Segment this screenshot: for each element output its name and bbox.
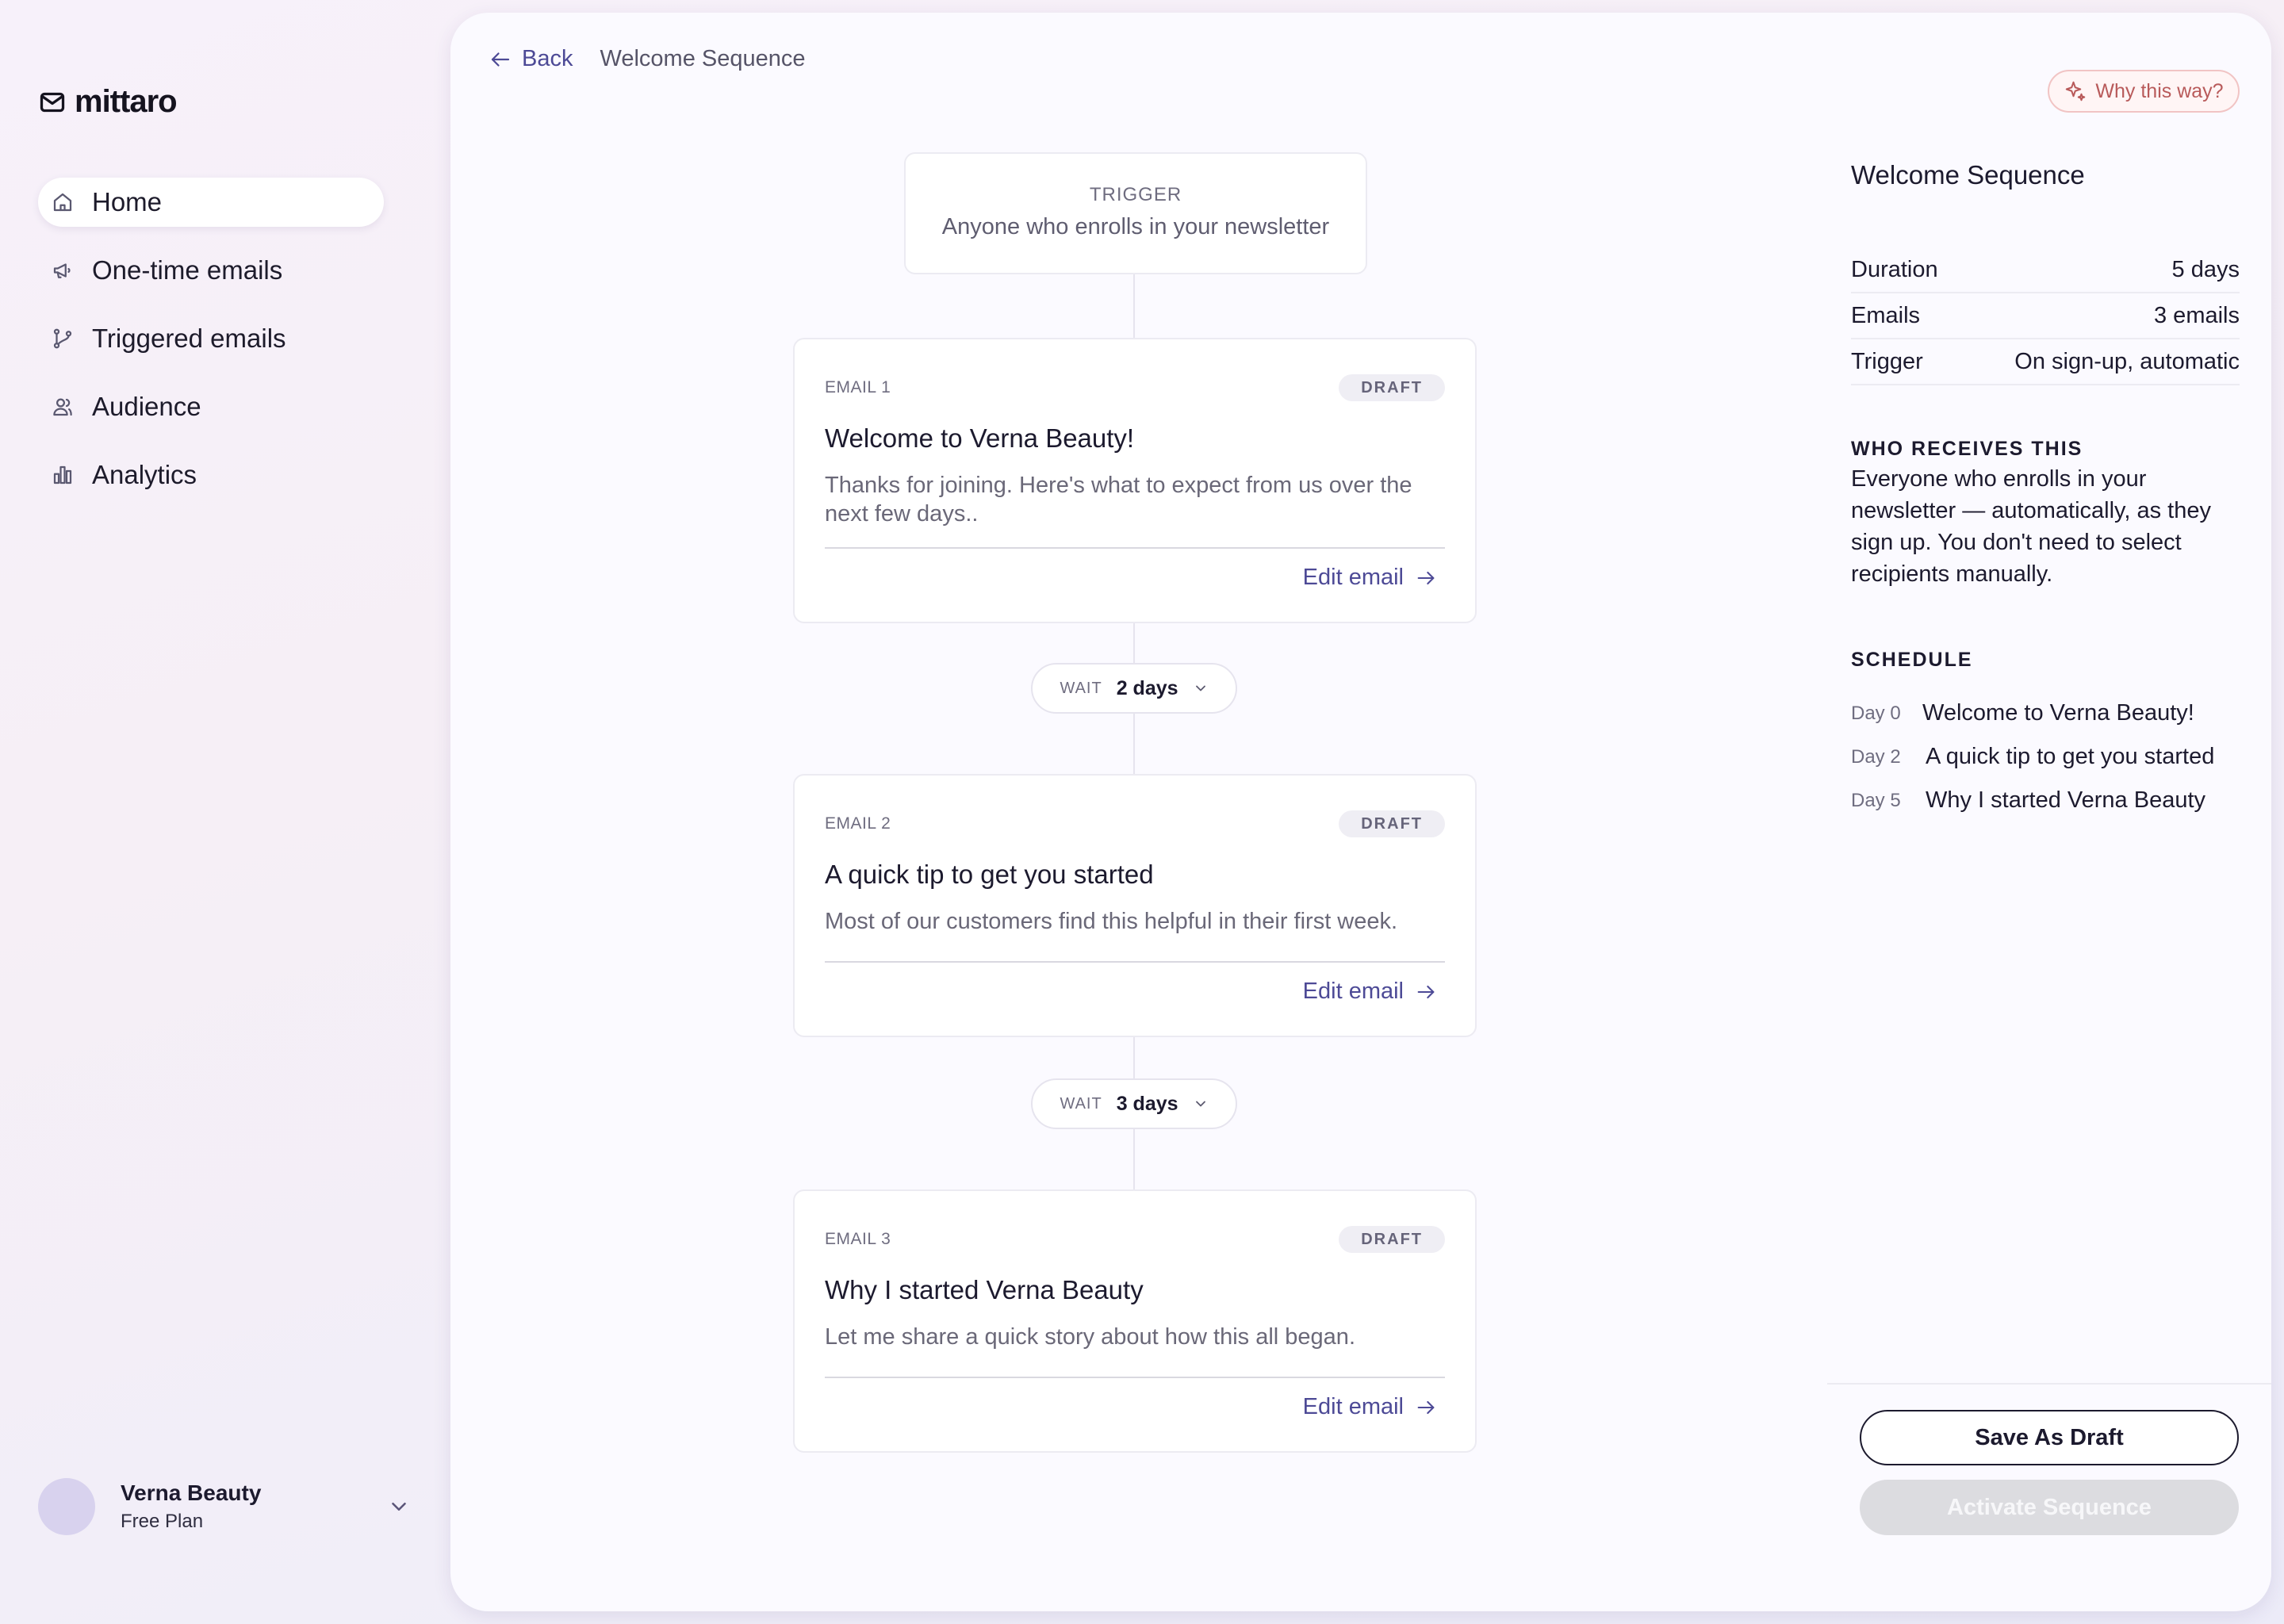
megaphone-icon [51, 259, 75, 282]
panel-title: Welcome Sequence [1851, 160, 2085, 190]
account-plan: Free Plan [121, 1511, 204, 1532]
wait-selector-1[interactable]: WAIT 2 days [1031, 663, 1237, 714]
edit-email-button[interactable]: Edit email [1303, 979, 1437, 1005]
nav-item-label: Analytics [92, 460, 197, 489]
edit-email-label: Edit email [1302, 979, 1404, 1004]
wait-label: WAIT [1060, 1094, 1102, 1113]
activate-sequence-button[interactable]: Activate Sequence [1860, 1480, 2239, 1535]
chevron-down-icon[interactable] [387, 1495, 411, 1519]
brand-logo[interactable]: mittaro [38, 84, 178, 120]
email-card-3[interactable]: EMAIL 3 DRAFT Why I started Verna Beauty… [793, 1189, 1477, 1453]
arrow-right-icon [1415, 1396, 1437, 1419]
chevron-down-icon [1193, 1096, 1209, 1112]
wait-value: 3 days [1116, 1092, 1178, 1115]
schedule-title: A quick tip to get you started [1926, 744, 2215, 769]
nav-item-analytics[interactable]: Analytics [38, 450, 384, 500]
email-title: A quick tip to get you started [825, 860, 1154, 889]
email-description: Thanks for joining. Here's what to expec… [825, 473, 1412, 527]
email-label: EMAIL 3 [825, 1230, 891, 1248]
sequence-summary-panel: Welcome Sequence Duration 5 days Emails … [1827, 13, 2271, 1611]
save-as-draft-button[interactable]: Save As Draft [1860, 1410, 2239, 1465]
nav-item-label: Home [92, 187, 163, 216]
sidebar: mittaro Home One-time emails Triggered e… [0, 0, 449, 1624]
meta-value: On sign-up, automatic [2014, 348, 2240, 374]
meta-key: Duration [1851, 256, 1938, 282]
meta-key: Trigger [1851, 348, 1923, 374]
wait-label: WAIT [1060, 679, 1102, 697]
receives-heading: WHO RECEIVES THIS [1851, 438, 2083, 460]
edit-email-label: Edit email [1302, 565, 1404, 590]
account-switcher[interactable]: Verna Beauty Free Plan [38, 1478, 411, 1535]
footer-divider [1827, 1383, 2271, 1385]
email-label: EMAIL 1 [825, 378, 891, 396]
schedule-list: Day 0 Welcome to Verna Beauty! Day 2 A q… [1851, 691, 2248, 822]
status-badge: DRAFT [1339, 1226, 1445, 1253]
home-icon [51, 190, 75, 214]
flow-connector [1133, 1129, 1135, 1189]
account-name: Verna Beauty [121, 1480, 262, 1505]
edit-email-button[interactable]: Edit email [1303, 565, 1437, 591]
email-card-2[interactable]: EMAIL 2 DRAFT A quick tip to get you sta… [793, 774, 1477, 1037]
arrow-right-icon [1415, 567, 1437, 589]
nav-item-one-time-emails[interactable]: One-time emails [38, 246, 384, 295]
nav-item-label: One-time emails [92, 255, 283, 285]
status-badge: DRAFT [1339, 810, 1445, 837]
schedule-title: Welcome to Verna Beauty! [1922, 700, 2194, 726]
schedule-heading: SCHEDULE [1851, 649, 1973, 671]
email-description: Most of our customers find this helpful … [825, 909, 1398, 934]
status-badge: DRAFT [1339, 374, 1445, 401]
meta-value: 3 emails [2154, 302, 2240, 328]
meta-row-duration: Duration 5 days [1851, 247, 2240, 293]
main-content: Back Welcome Sequence Why this way? TRIG… [450, 13, 2271, 1611]
schedule-day: Day 0 [1851, 702, 1901, 724]
nav-item-label: Triggered emails [92, 324, 286, 353]
meta-key: Emails [1851, 302, 1921, 328]
trigger-label: TRIGGER [1089, 184, 1182, 205]
nav-item-label: Audience [92, 392, 201, 421]
email-label: EMAIL 2 [825, 814, 891, 833]
bar-chart-icon [51, 463, 75, 487]
wait-value: 2 days [1116, 676, 1178, 699]
email-card-1[interactable]: EMAIL 1 DRAFT Welcome to Verna Beauty! T… [793, 338, 1477, 623]
wait-selector-2[interactable]: WAIT 3 days [1031, 1078, 1237, 1129]
email-description: Let me share a quick story about how thi… [825, 1324, 1355, 1350]
flow-connector [1133, 714, 1135, 774]
users-icon [51, 395, 75, 419]
divider [825, 547, 1445, 549]
schedule-day: Day 5 [1851, 789, 1901, 811]
mail-icon [38, 88, 67, 117]
nav-item-home[interactable]: Home [38, 178, 384, 227]
receives-description: Everyone who enrolls in your newsletter … [1851, 466, 2211, 587]
arrow-right-icon [1415, 981, 1437, 1003]
schedule-item: Day 5 Why I started Verna Beauty [1851, 779, 2248, 822]
flow-connector [1133, 274, 1135, 338]
chevron-down-icon [1193, 680, 1209, 696]
nav-item-triggered-emails[interactable]: Triggered emails [38, 314, 384, 363]
email-title: Welcome to Verna Beauty! [825, 423, 1135, 453]
divider [825, 1377, 1445, 1378]
schedule-item: Day 0 Welcome to Verna Beauty! [1851, 691, 2248, 735]
sequence-meta: Duration 5 days Emails 3 emails Trigger … [1851, 247, 2240, 385]
main-nav: Home One-time emails Triggered emails Au… [38, 178, 384, 519]
schedule-day: Day 2 [1851, 745, 1901, 768]
meta-row-emails: Emails 3 emails [1851, 293, 2240, 339]
trigger-card[interactable]: TRIGGER Anyone who enrolls in your newsl… [904, 152, 1367, 274]
schedule-title: Why I started Verna Beauty [1926, 787, 2206, 813]
edit-email-button[interactable]: Edit email [1303, 1394, 1437, 1420]
avatar [38, 1478, 95, 1535]
schedule-item: Day 2 A quick tip to get you started [1851, 735, 2248, 779]
divider [825, 961, 1445, 963]
branch-icon [51, 327, 75, 350]
brand-name: mittaro [75, 84, 178, 119]
meta-row-trigger: Trigger On sign-up, automatic [1851, 339, 2240, 385]
nav-item-audience[interactable]: Audience [38, 382, 384, 431]
edit-email-label: Edit email [1302, 1394, 1404, 1419]
trigger-description: Anyone who enrolls in your newsletter [941, 214, 1330, 239]
email-title: Why I started Verna Beauty [825, 1275, 1144, 1304]
meta-value: 5 days [2171, 256, 2240, 282]
